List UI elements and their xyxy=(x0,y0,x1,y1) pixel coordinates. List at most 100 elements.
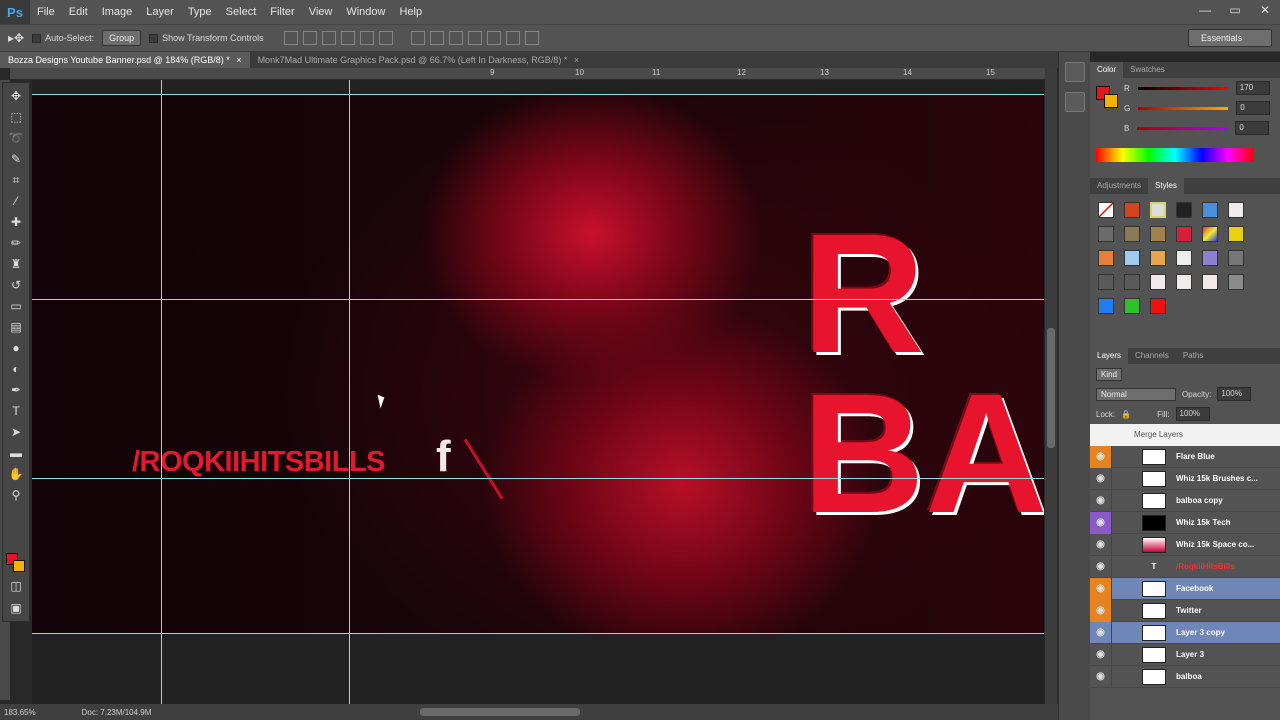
marquee-tool-icon[interactable]: ⬚ xyxy=(7,109,25,125)
style-swatch[interactable] xyxy=(1150,274,1166,290)
visibility-eye-icon[interactable]: ◉ xyxy=(1090,533,1112,556)
menu-filter[interactable]: Filter xyxy=(263,0,301,24)
color-panel-background[interactable] xyxy=(1104,94,1118,108)
style-swatch[interactable] xyxy=(1124,298,1140,314)
style-swatch[interactable] xyxy=(1098,274,1114,290)
style-swatch[interactable] xyxy=(1098,226,1114,242)
zoom-level[interactable]: 183.65% xyxy=(4,708,36,717)
tab-bozza-banner[interactable]: Bozza Designs Youtube Banner.psd @ 184% … xyxy=(0,52,250,68)
style-swatch[interactable] xyxy=(1176,226,1192,242)
vertical-scroll-thumb[interactable] xyxy=(1047,328,1055,448)
menu-type[interactable]: Type xyxy=(181,0,219,24)
layer-row-balboa[interactable]: ◉ balboa xyxy=(1090,665,1280,688)
visibility-eye-icon[interactable]: ◉ xyxy=(1090,445,1112,468)
document-canvas[interactable]: /ROQKIIHITSBILLS f R BA xyxy=(32,80,1044,704)
style-swatch[interactable] xyxy=(1228,274,1244,290)
guide-vertical[interactable] xyxy=(161,80,162,704)
guide-horizontal[interactable] xyxy=(32,94,1044,95)
layer-row-tech[interactable]: ◉ Whiz 15k Tech xyxy=(1090,511,1280,534)
show-transform-checkbox[interactable] xyxy=(149,33,159,43)
distribute-top-icon[interactable] xyxy=(410,31,425,45)
auto-select-checkbox[interactable] xyxy=(32,33,42,43)
blue-slider[interactable] xyxy=(1137,126,1228,130)
vertical-scrollbar[interactable] xyxy=(1045,68,1057,704)
screen-mode-icon[interactable]: ▣ xyxy=(7,600,25,616)
green-value-field[interactable]: 0 xyxy=(1236,101,1271,115)
tab-channels[interactable]: Channels xyxy=(1128,348,1176,364)
tab-adjustments[interactable]: Adjustments xyxy=(1090,178,1148,194)
eyedropper-tool-icon[interactable]: ⁄ xyxy=(7,193,25,209)
style-swatch[interactable] xyxy=(1098,298,1114,314)
style-swatch[interactable] xyxy=(1124,202,1140,218)
pen-tool-icon[interactable]: ✒ xyxy=(7,382,25,398)
tab-monk7mad-pack[interactable]: Monk7Mad Ultimate Graphics Pack.psd @ 66… xyxy=(250,52,588,68)
align-hcenter-icon[interactable] xyxy=(359,31,374,45)
restore-button[interactable]: ▭ xyxy=(1220,0,1250,22)
tab-close-icon[interactable]: × xyxy=(236,55,241,65)
auto-select-option[interactable]: Auto-Select: xyxy=(32,33,94,43)
fill-field[interactable]: 100% xyxy=(1175,407,1210,421)
align-bottom-icon[interactable] xyxy=(321,31,336,45)
horizontal-ruler[interactable]: 9 10 11 12 13 14 15 xyxy=(10,68,1045,80)
blue-value-field[interactable]: 0 xyxy=(1235,121,1270,135)
visibility-eye-icon[interactable]: ◉ xyxy=(1090,555,1112,578)
crop-tool-icon[interactable]: ⌗ xyxy=(7,172,25,188)
clone-stamp-tool-icon[interactable]: ♜ xyxy=(7,256,25,272)
visibility-eye-icon[interactable]: ◉ xyxy=(1090,577,1112,600)
menu-window[interactable]: Window xyxy=(339,0,392,24)
style-swatch[interactable] xyxy=(1150,202,1166,218)
zoom-tool-icon[interactable]: ⚲ xyxy=(7,487,25,503)
style-swatch[interactable] xyxy=(1202,250,1218,266)
layer-row-layer3-copy[interactable]: ◉ Layer 3 copy xyxy=(1090,621,1280,644)
menu-help[interactable]: Help xyxy=(392,0,429,24)
tab-color[interactable]: Color xyxy=(1090,62,1124,78)
guide-horizontal[interactable] xyxy=(32,633,1044,634)
quick-mask-icon[interactable]: ◫ xyxy=(7,578,25,594)
lasso-tool-icon[interactable]: ➰ xyxy=(7,130,25,146)
layer-row-layer3[interactable]: ◉ Layer 3 xyxy=(1090,643,1280,666)
distribute-vcenter-icon[interactable] xyxy=(429,31,444,45)
hand-tool-icon[interactable]: ✋ xyxy=(7,466,25,482)
type-tool-icon[interactable]: T xyxy=(7,403,25,419)
color-spectrum-bar[interactable] xyxy=(1096,148,1254,162)
visibility-eye-icon[interactable]: ◉ xyxy=(1090,621,1112,644)
layer-row-facebook[interactable]: ◉ Facebook xyxy=(1090,577,1280,600)
blur-tool-icon[interactable]: ● xyxy=(7,340,25,356)
red-value-field[interactable]: 170 xyxy=(1235,81,1270,95)
tab-swatches[interactable]: Swatches xyxy=(1123,62,1172,78)
eraser-tool-icon[interactable]: ▭ xyxy=(7,298,25,314)
close-button[interactable]: ✕ xyxy=(1250,0,1280,22)
style-none[interactable] xyxy=(1098,202,1114,218)
gradient-tool-icon[interactable]: ▤ xyxy=(7,319,25,335)
history-panel-icon[interactable] xyxy=(1065,62,1085,82)
auto-select-target-dropdown[interactable]: Group xyxy=(102,30,142,46)
menu-edit[interactable]: Edit xyxy=(62,0,95,24)
brush-tool-icon[interactable]: ✏ xyxy=(7,235,25,251)
show-transform-option[interactable]: Show Transform Controls xyxy=(149,33,264,43)
align-left-icon[interactable] xyxy=(340,31,355,45)
menu-view[interactable]: View xyxy=(302,0,340,24)
visibility-eye-icon[interactable]: ◉ xyxy=(1090,511,1112,534)
background-color-swatch[interactable] xyxy=(13,560,25,572)
distribute-bottom-icon[interactable] xyxy=(448,31,463,45)
style-swatch[interactable] xyxy=(1176,202,1192,218)
tab-paths[interactable]: Paths xyxy=(1176,348,1210,364)
path-select-tool-icon[interactable]: ➤ xyxy=(7,424,25,440)
layer-row-balboa-copy[interactable]: ◉ balboa copy xyxy=(1090,489,1280,512)
layer-kind-filter[interactable]: Kind xyxy=(1096,367,1123,381)
style-swatch[interactable] xyxy=(1150,226,1166,242)
move-tool-icon[interactable]: ✥ xyxy=(7,88,25,104)
tab-close-icon[interactable]: × xyxy=(574,55,579,65)
style-swatch[interactable] xyxy=(1202,202,1218,218)
visibility-eye-icon[interactable]: ◉ xyxy=(1090,599,1112,622)
style-swatch[interactable] xyxy=(1098,250,1114,266)
style-swatch[interactable] xyxy=(1176,274,1192,290)
style-swatch[interactable] xyxy=(1124,226,1140,242)
style-swatch[interactable] xyxy=(1228,202,1244,218)
quick-select-tool-icon[interactable]: ✎ xyxy=(7,151,25,167)
minimize-button[interactable]: — xyxy=(1190,0,1220,22)
green-slider[interactable] xyxy=(1138,106,1229,110)
menu-select[interactable]: Select xyxy=(219,0,264,24)
healing-brush-tool-icon[interactable]: ✚ xyxy=(7,214,25,230)
visibility-eye-icon[interactable]: ◉ xyxy=(1090,489,1112,512)
